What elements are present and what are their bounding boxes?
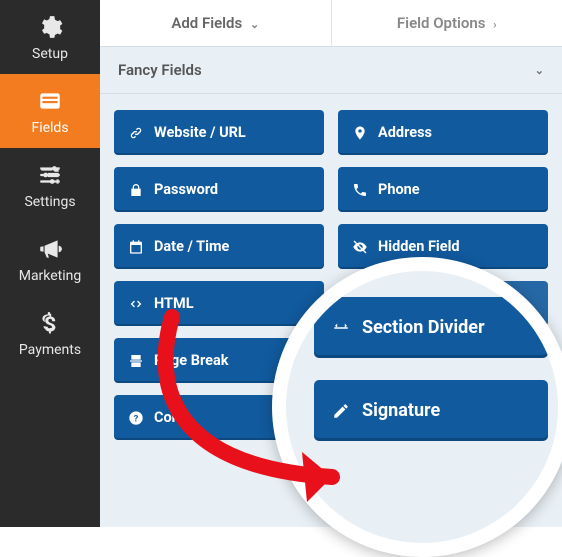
sidebar-item-settings[interactable]: Settings [0, 148, 100, 222]
tabs: Add Fields ⌄ Field Options › [100, 0, 562, 47]
field-label: Date / Time [154, 238, 229, 255]
code-icon [128, 296, 144, 312]
callout-label: Section Divider [362, 317, 485, 338]
field-website-url[interactable]: Website / URL [114, 110, 324, 155]
calendar-icon [128, 239, 144, 255]
help-icon: ? [128, 410, 144, 426]
sidebar-item-label: Settings [24, 194, 75, 210]
megaphone-icon [37, 236, 63, 262]
chevron-down-icon: ⌄ [250, 18, 259, 31]
pencil-icon [332, 402, 350, 420]
tab-field-options[interactable]: Field Options › [332, 0, 562, 46]
sidebar-item-label: Setup [32, 46, 68, 62]
field-label: Address [378, 124, 432, 141]
magnifier-callout: Section Divider Signature [272, 257, 562, 557]
field-date-time[interactable]: Date / Time [114, 224, 324, 269]
tab-label: Field Options [397, 14, 486, 32]
tab-label: Add Fields [171, 14, 242, 32]
phone-icon [352, 182, 368, 198]
link-icon [128, 125, 144, 141]
lock-icon [128, 182, 144, 198]
field-label: Password [154, 181, 218, 198]
field-html[interactable]: HTML [114, 281, 324, 326]
form-icon [37, 88, 63, 114]
sidebar-item-label: Marketing [19, 268, 82, 284]
field-label: Hidden Field [378, 238, 460, 255]
sidebar: Setup Fields Settings Marketing $ Paymen… [0, 0, 100, 527]
callout-label: Signature [362, 400, 440, 421]
sidebar-item-fields[interactable]: Fields [0, 74, 100, 148]
chevron-down-icon: ⌄ [535, 64, 544, 77]
field-label: HTML [154, 295, 194, 312]
field-phone[interactable]: Phone [338, 167, 548, 212]
eye-off-icon [352, 239, 368, 255]
field-password[interactable]: Password [114, 167, 324, 212]
gear-icon [37, 14, 63, 40]
panel-title: Fancy Fields [118, 61, 202, 79]
pin-icon [352, 125, 368, 141]
callout-section-divider[interactable]: Section Divider [314, 297, 548, 358]
sidebar-item-marketing[interactable]: Marketing [0, 222, 100, 296]
panel-header-fancy-fields[interactable]: Fancy Fields ⌄ [100, 47, 562, 94]
divider-icon [332, 319, 350, 337]
pagebreak-icon [128, 353, 144, 369]
field-label: Website / URL [154, 124, 246, 141]
sidebar-item-payments[interactable]: $ Payments [0, 296, 100, 370]
field-label: Phone [378, 181, 420, 198]
sliders-icon [37, 162, 63, 188]
sidebar-item-label: Payments [19, 342, 81, 358]
field-address[interactable]: Address [338, 110, 548, 155]
tab-add-fields[interactable]: Add Fields ⌄ [100, 0, 332, 46]
svg-text:$: $ [44, 313, 56, 336]
sidebar-item-setup[interactable]: Setup [0, 0, 100, 74]
chevron-right-icon: › [493, 18, 496, 31]
field-label: Page Break [154, 352, 229, 369]
dollar-icon: $ [37, 310, 63, 336]
field-label: Cont [154, 409, 185, 426]
callout-signature[interactable]: Signature [314, 380, 548, 441]
sidebar-item-label: Fields [31, 120, 68, 136]
content: Add Fields ⌄ Field Options › Fancy Field… [100, 0, 562, 527]
svg-text:?: ? [134, 413, 139, 424]
